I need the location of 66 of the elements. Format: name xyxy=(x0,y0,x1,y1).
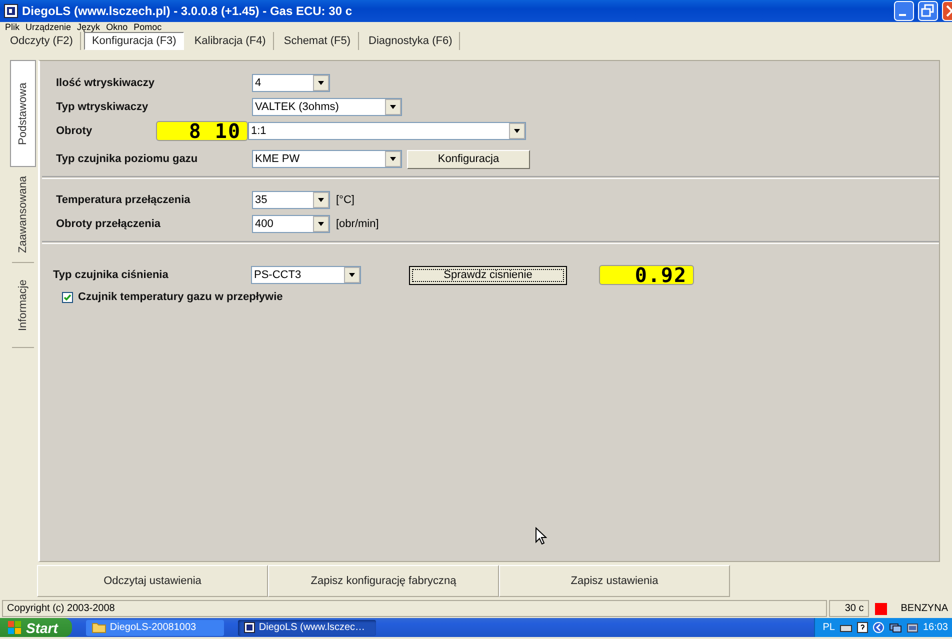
field-label: Obroty xyxy=(56,125,94,137)
tab[interactable]: Konfiguracja (F3) xyxy=(84,32,184,50)
dropdown[interactable]: PS-CCT3 xyxy=(251,266,361,284)
dropdown[interactable]: VALTEK (3ohms) xyxy=(252,98,402,116)
button[interactable]: Sprawdz cisnienie xyxy=(409,266,567,284)
menu-item[interactable]: Okno xyxy=(106,22,128,32)
dropdown[interactable]: 35 xyxy=(252,191,330,209)
tab[interactable]: Schemat (F5) xyxy=(276,32,358,50)
dropdown-value: VALTEK (3ohms) xyxy=(255,101,339,113)
windows-logo-icon xyxy=(8,620,22,634)
checkbox-label: Czujnik temperatury gazu w przepływie xyxy=(78,291,283,303)
unit-label: [°C] xyxy=(336,194,354,206)
keyboard-icon[interactable] xyxy=(840,622,852,632)
folder-icon xyxy=(92,622,106,633)
unit-label: [obr/min] xyxy=(336,218,379,230)
menu-item[interactable]: Urządzenie xyxy=(26,22,72,32)
side-tab[interactable]: Zaawansowana xyxy=(12,167,34,263)
monitor-icon[interactable] xyxy=(906,622,918,633)
dropdown-value: KME PW xyxy=(255,153,300,165)
button[interactable]: Zapisz ustawienia xyxy=(499,565,730,597)
dropdown[interactable]: KME PW xyxy=(252,150,402,168)
side-tab[interactable]: Informacje xyxy=(12,263,34,348)
tab[interactable]: Kalibracja (F4) xyxy=(187,32,274,50)
menu-item[interactable]: Plik xyxy=(5,22,20,32)
fuel-status: BENZYNA xyxy=(900,602,949,616)
dropdown-value: 4 xyxy=(255,77,262,89)
menu-item[interactable]: Język xyxy=(77,22,100,32)
field-label: Typ czujnika poziomu gazu xyxy=(56,153,199,165)
help-icon[interactable] xyxy=(856,622,868,633)
side-tab[interactable]: Podstawowa xyxy=(10,60,36,167)
digital-display: 0.92 xyxy=(599,265,694,285)
dropdown-value: PS-CCT3 xyxy=(254,269,302,281)
menu-item[interactable]: Pomoc xyxy=(134,22,162,32)
button[interactable]: Odczytaj ustawienia xyxy=(37,565,268,597)
app-icon xyxy=(4,4,18,18)
restore-icon[interactable] xyxy=(918,1,938,21)
dropdown-value: 400 xyxy=(255,218,274,230)
clock: 16:03 xyxy=(922,622,948,633)
language-indicator[interactable]: PL xyxy=(822,622,835,633)
dropdown[interactable]: 400 xyxy=(252,215,330,233)
field-label: Temperatura przełączenia xyxy=(56,194,192,206)
taskbar-button[interactable]: DiegoLS (www.lsczec… xyxy=(238,620,376,636)
close-icon[interactable] xyxy=(942,1,952,21)
mouse-pointer-icon xyxy=(535,527,547,545)
field-label: Ilość wtryskiwaczy xyxy=(56,77,156,89)
network-icon[interactable] xyxy=(888,622,902,633)
checkbox[interactable] xyxy=(62,292,73,302)
field-label: Typ czujnika ciśnienia xyxy=(53,269,170,281)
taskbar-button[interactable]: DiegoLS-20081003 xyxy=(86,620,224,636)
dropdown-value: 35 xyxy=(255,194,268,206)
minimize-icon[interactable] xyxy=(894,1,914,21)
field-label: Obroty przełączenia xyxy=(56,218,162,230)
button[interactable]: Zapisz konfigurację fabryczną xyxy=(268,565,499,597)
tab[interactable]: Diagnostyka (F6) xyxy=(362,32,460,50)
tab[interactable]: Odczyty (F2) xyxy=(3,32,81,50)
dropdown[interactable]: 1:1 xyxy=(248,122,526,140)
dropdown-value: 1:1 xyxy=(251,125,266,137)
copyright-text: Copyright (c) 2003-2008 xyxy=(2,600,827,617)
ecu-status: 30 c xyxy=(828,600,869,617)
start-button[interactable]: Start xyxy=(0,618,72,637)
window-title: DiegoLS (www.lsczech.pl) - 3.0.0.8 (+1.45) - Gas ECU: 30 c xyxy=(22,4,353,18)
field-label: Typ wtryskiwaczy xyxy=(56,101,150,113)
digital-display: 8 10 xyxy=(156,121,248,141)
dropdown[interactable]: 4 xyxy=(252,74,330,92)
app-icon xyxy=(244,622,255,633)
button[interactable]: Konfiguracja xyxy=(407,150,530,168)
